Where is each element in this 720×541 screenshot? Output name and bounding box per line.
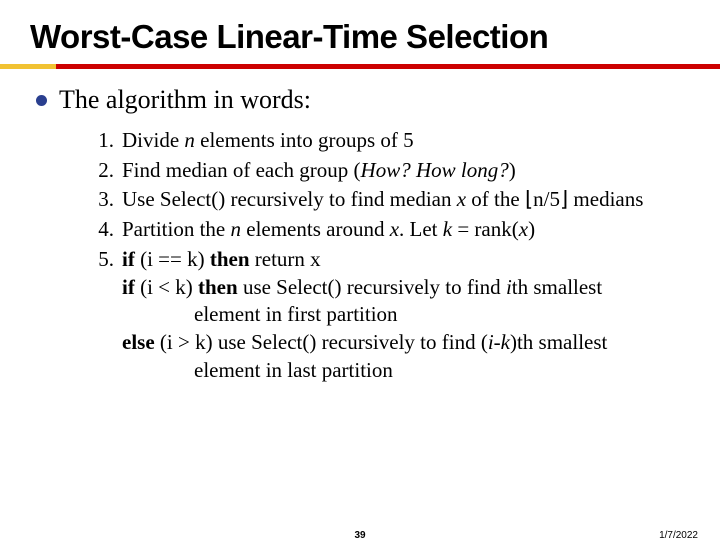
list-item: 5. if (i == k) then return x if (i < k) …: [90, 246, 692, 385]
list-item: 4. Partition the n elements around x. Le…: [90, 216, 692, 244]
title-divider: [0, 64, 720, 69]
item-number: 2.: [90, 157, 114, 185]
item-number: 4.: [90, 216, 114, 244]
item-text: if (i == k) then return x if (i < k) the…: [122, 246, 692, 385]
bullet-icon: [36, 95, 47, 106]
item-text: Use Select() recursively to find median …: [122, 186, 692, 214]
page-number: 39: [354, 530, 365, 541]
divider-accent: [0, 64, 56, 69]
slide: Worst-Case Linear-Time Selection The alg…: [0, 0, 720, 540]
list-item: 1. Divide n elements into groups of 5: [90, 127, 692, 155]
footer-date: 1/7/2022: [659, 530, 698, 541]
list-item: 3. Use Select() recursively to find medi…: [90, 186, 692, 214]
item-number: 1.: [90, 127, 114, 155]
item-number: 3.: [90, 186, 114, 214]
slide-title: Worst-Case Linear-Time Selection: [0, 0, 720, 56]
item-text: Find median of each group (How? How long…: [122, 157, 692, 185]
item-text: Partition the n elements around x. Let k…: [122, 216, 692, 244]
heading-text: The algorithm in words:: [59, 85, 311, 115]
divider-main: [56, 64, 720, 69]
bullet-heading: The algorithm in words:: [36, 85, 692, 115]
list-item: 2. Find median of each group (How? How l…: [90, 157, 692, 185]
item-text: Divide n elements into groups of 5: [122, 127, 692, 155]
slide-body: The algorithm in words: 1. Divide n elem…: [0, 69, 720, 384]
numbered-list: 1. Divide n elements into groups of 5 2.…: [90, 127, 692, 384]
item-number: 5.: [90, 246, 114, 385]
